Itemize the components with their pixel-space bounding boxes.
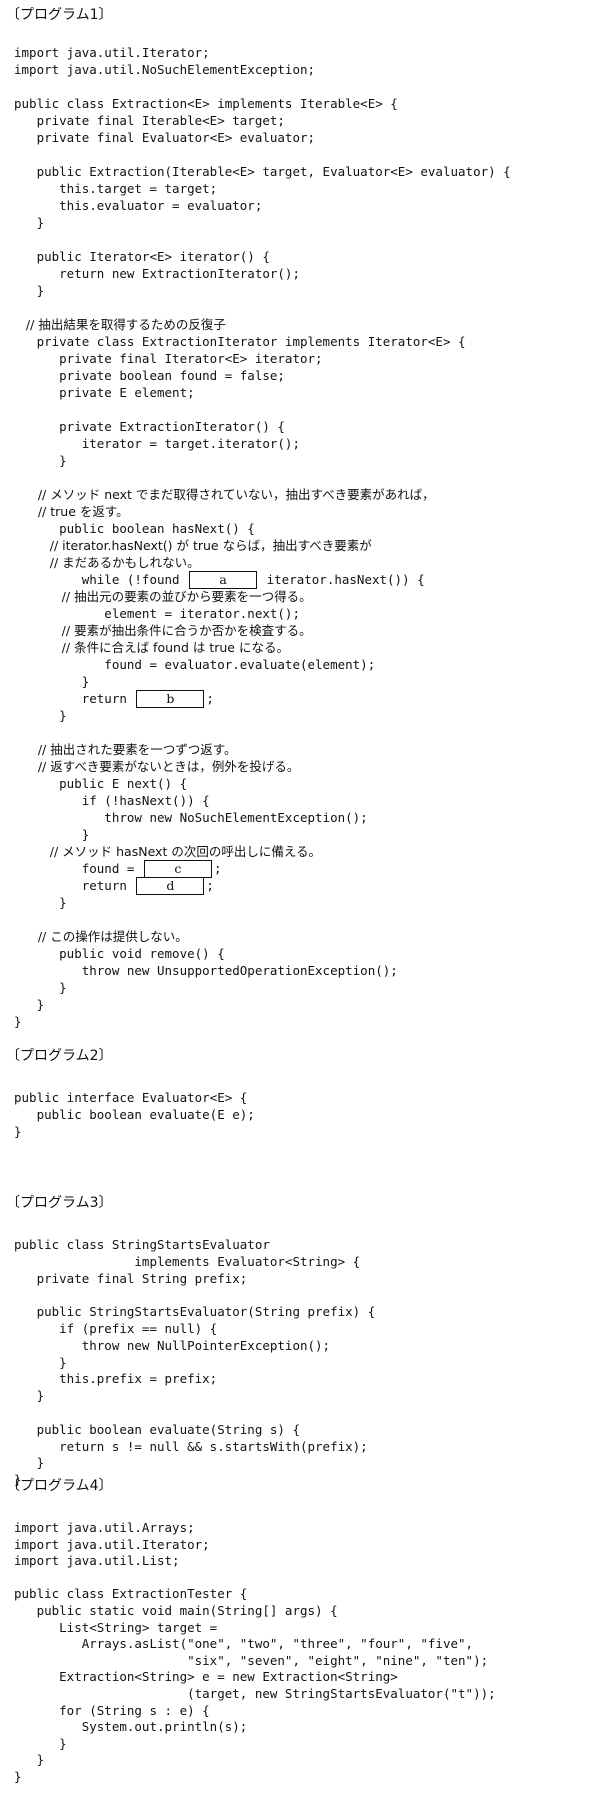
program1-code-line: }	[14, 283, 45, 298]
program1-code-line: private class ExtractionIterator impleme…	[14, 334, 466, 349]
program1-code-line: iterator = target.iterator();	[14, 436, 300, 451]
program1-code-line: public class Extraction<E> implements It…	[14, 96, 398, 111]
program4-code-line: public class ExtractionTester {	[14, 1586, 248, 1602]
blank-box-b: b	[136, 690, 205, 708]
program3-code-line: return s != null && s.startsWith(prefix)…	[14, 1438, 368, 1454]
program1-code-line: this.target = target;	[14, 181, 218, 196]
program1-code-line: }	[14, 453, 67, 468]
document-page: 〔プログラム1〕 import java.util.Iterator; impor…	[0, 0, 599, 1806]
program3-heading: 〔プログラム3〕	[6, 1195, 113, 1211]
program1-code-line: }	[14, 215, 45, 230]
program4-code-line: Arrays.asList("one", "two", "three", "fo…	[14, 1636, 474, 1652]
program1-code-line: // この操作は提供しない。	[14, 929, 188, 944]
program1-code-line: private final Evaluator<E> evaluator;	[14, 130, 316, 145]
program1-code-line: this.evaluator = evaluator;	[14, 198, 263, 213]
program1-code-line: return b;	[14, 690, 214, 708]
program1-heading: 〔プログラム1〕	[6, 7, 113, 23]
program3-code-line: throw new NullPointerException();	[14, 1337, 331, 1353]
program3-code-line: if (prefix == null) {	[14, 1321, 218, 1336]
program3-code-line: private final String prefix;	[14, 1270, 248, 1286]
program4-code-line: Extraction<String> e = new Extraction<St…	[14, 1669, 398, 1685]
program1-code-line: found = evaluator.evaluate(element);	[14, 657, 376, 672]
program1-code-line: public Iterator<E> iterator() {	[14, 249, 270, 264]
program4-code-line: import java.util.List;	[14, 1553, 180, 1569]
program4-code-line: }	[14, 1769, 22, 1784]
program3-code-line: public class StringStartsEvaluator	[14, 1237, 270, 1252]
program3-code-line: }	[14, 1388, 45, 1404]
blank-box-c: c	[143, 860, 212, 878]
program4-code-line: import java.util.Iterator;	[14, 1536, 210, 1552]
program1-code-line: private boolean found = false;	[14, 368, 285, 383]
program1-code-line: }	[14, 895, 67, 910]
program1-code-line: // 抽出された要素を一つずつ返す。	[14, 742, 237, 757]
program4-code-line: }	[14, 1752, 45, 1768]
program1-code-line: private ExtractionIterator() {	[14, 419, 285, 434]
program4-heading: 〔プログラム4〕	[6, 1478, 113, 1494]
program1-code-line: return new ExtractionIterator();	[14, 266, 300, 281]
program1-code-line: throw new UnsupportedOperationException(…	[14, 963, 398, 978]
program1-code-line: import java.util.NoSuchElementException;	[14, 62, 316, 77]
program1-code-line: // 要素が抽出条件に合うか否かを検査する。	[14, 623, 312, 638]
program2-code-line: public interface Evaluator<E> {	[14, 1090, 248, 1105]
program1-code-line: public E next() {	[14, 776, 188, 791]
blank-box-a: a	[189, 571, 258, 589]
program1-code-line: return d;	[14, 877, 214, 895]
program1-code-line: }	[14, 708, 67, 723]
program4-code-line: "six", "seven", "eight", "nine", "ten");	[14, 1652, 489, 1668]
program1-code-line: throw new NoSuchElementException();	[14, 810, 368, 825]
program1-code-line: found = c;	[14, 860, 222, 878]
program1-code-line: private final Iterable<E> target;	[14, 113, 285, 128]
program2-heading: 〔プログラム2〕	[6, 1048, 113, 1064]
program3-code-line: public StringStartsEvaluator(String pref…	[14, 1304, 376, 1320]
program4-code-line: for (String s : e) {	[14, 1702, 210, 1718]
program3-code-line: }	[14, 1354, 67, 1370]
program1-code-line: // 条件に合えば found は true になる。	[14, 640, 289, 655]
program1-code-line: public Extraction(Iterable<E> target, Ev…	[14, 164, 511, 179]
program2-code-line: }	[14, 1124, 22, 1139]
program3-code-line: }	[14, 1455, 45, 1471]
program4-code-line: public static void main(String[] args) {	[14, 1603, 338, 1618]
program1-code-line: // メソッド hasNext の次回の呼出しに備える。	[14, 844, 321, 859]
program1-code-line: if (!hasNext()) {	[14, 793, 210, 808]
program1-code-line: // 返すべき要素がないときは，例外を投げる。	[14, 759, 300, 774]
program3-code-line: public boolean evaluate(String s) {	[14, 1421, 300, 1437]
program1-code-line: private E element;	[14, 385, 195, 400]
program1-code-line: }	[14, 997, 45, 1012]
program4-code-line: }	[14, 1735, 67, 1751]
program1-code-line: private final Iterator<E> iterator;	[14, 351, 323, 366]
program1-code-line: import java.util.Iterator;	[14, 45, 210, 60]
program1-code-line: }	[14, 1014, 22, 1029]
program1-code-line: // まだあるかもしれない。	[14, 555, 200, 570]
program3-code-line: implements Evaluator<String> {	[14, 1253, 361, 1269]
program2-code-line: public boolean evaluate(E e);	[14, 1107, 255, 1122]
program3-code-line: this.prefix = prefix;	[14, 1371, 218, 1387]
program1-code-line: // 抽出結果を取得するための反復子	[14, 317, 226, 332]
program1-code-line: // メソッド next でまだ取得されていない，抽出すべき要素があれば，	[14, 487, 435, 502]
program4-code-line: import java.util.Arrays;	[14, 1520, 195, 1535]
program1-code-line: }	[14, 674, 90, 689]
program1-code-line: }	[14, 827, 90, 842]
blank-box-d: d	[136, 877, 205, 895]
program1-code-line: }	[14, 980, 67, 995]
program1-code-line: while (!found a iterator.hasNext()) {	[14, 571, 425, 589]
program4-code-line: System.out.println(s);	[14, 1719, 248, 1735]
program1-code-line: element = iterator.next();	[14, 606, 300, 621]
program1-code-line: // iterator.hasNext() が true ならば，抽出すべき要素…	[14, 538, 372, 553]
program1-code-line: // 抽出元の要素の並びから要素を一つ得る。	[14, 589, 312, 604]
program4-code-line: (target, new StringStartsEvaluator("t"))…	[14, 1686, 496, 1701]
program1-code-line: // true を返す。	[14, 504, 129, 519]
program4-code-line: List<String> target =	[14, 1619, 218, 1635]
program1-code-line: public void remove() {	[14, 946, 225, 961]
program1-code-line: public boolean hasNext() {	[14, 521, 255, 536]
